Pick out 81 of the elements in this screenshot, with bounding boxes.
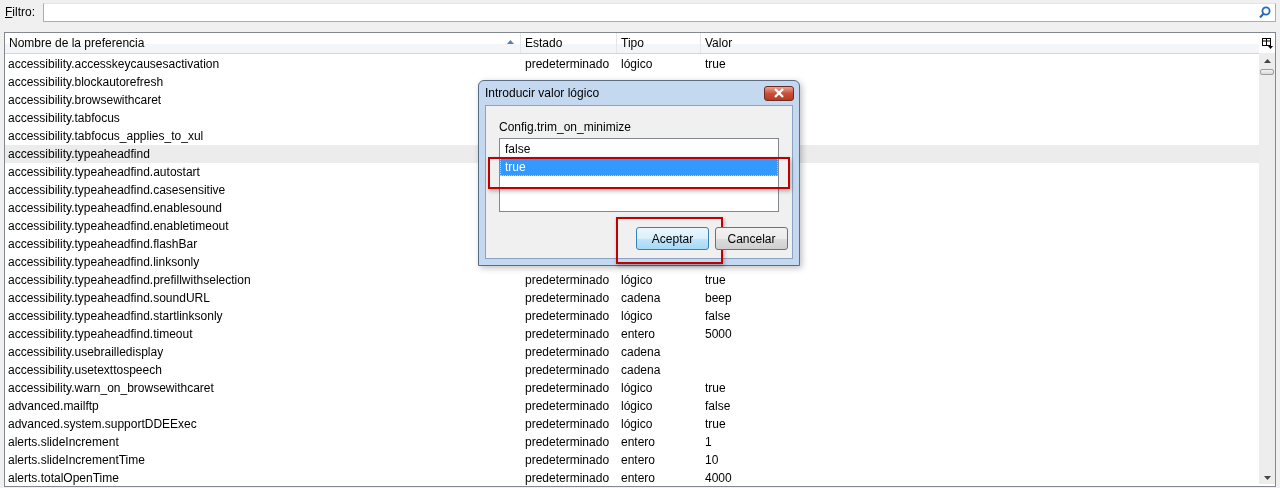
- table-cell: lógico: [621, 273, 653, 287]
- list-option[interactable]: false: [500, 140, 778, 158]
- column-header[interactable]: Nombre de la preferencia: [5, 33, 521, 53]
- table-cell: predeterminado: [525, 345, 610, 359]
- table-cell: predeterminado: [525, 417, 610, 431]
- table-cell: entero: [621, 471, 656, 485]
- table-cell: predeterminado: [525, 57, 610, 71]
- column-picker-icon[interactable]: [1261, 38, 1273, 49]
- table-cell: advanced.system.supportDDEExec: [8, 417, 197, 431]
- table-cell: false: [705, 399, 731, 413]
- close-icon: [773, 88, 785, 98]
- table-cell: accessibility.typeaheadfind.enabletimeout: [8, 219, 229, 233]
- dialog-title: Introducir valor lógico: [485, 86, 600, 100]
- table-cell: predeterminado: [525, 453, 610, 467]
- table-cell: entero: [621, 453, 656, 467]
- table-cell: cadena: [621, 363, 661, 377]
- table-cell: predeterminado: [525, 399, 610, 413]
- table-cell: 1: [705, 435, 712, 449]
- scroll-up-icon[interactable]: [1263, 59, 1271, 63]
- table-cell: entero: [621, 327, 656, 341]
- scroll-down-icon[interactable]: [1263, 476, 1271, 480]
- table-cell: accessibility.accesskeycausesactivation: [8, 57, 220, 71]
- table-cell: lógico: [621, 381, 653, 395]
- table-cell: predeterminado: [525, 327, 610, 341]
- table-cell: lógico: [621, 399, 653, 413]
- table-cell: accessibility.browsewithcaret: [8, 93, 162, 107]
- table-cell: predeterminado: [525, 471, 610, 485]
- table-cell: accessibility.tabfocus_applies_to_xul: [8, 129, 204, 143]
- table-cell: lógico: [621, 57, 653, 71]
- column-header[interactable]: Valor: [701, 33, 1259, 53]
- table-cell: accessibility.typeaheadfind.casesensitive: [8, 183, 226, 197]
- table-cell: true: [705, 57, 726, 71]
- table-cell: predeterminado: [525, 363, 610, 377]
- table-cell: cadena: [621, 291, 661, 305]
- table-cell: false: [705, 309, 731, 323]
- table-cell: accessibility.typeaheadfind: [8, 147, 150, 161]
- table-cell: alerts.totalOpenTime: [8, 471, 119, 485]
- table-cell: predeterminado: [525, 435, 610, 449]
- table-cell: predeterminado: [525, 291, 610, 305]
- table-cell: 4000: [705, 471, 732, 485]
- table-cell: accessibility.typeaheadfind.linksonly: [8, 255, 200, 269]
- table-cell: entero: [621, 435, 656, 449]
- table-cell: accessibility.typeaheadfind.startlinksonly: [8, 309, 223, 323]
- value-list[interactable]: false true: [499, 138, 779, 212]
- close-button[interactable]: [764, 85, 794, 101]
- table-cell: accessibility.usetexttospeech: [8, 363, 162, 377]
- table-cell: accessibility.typeaheadfind.enablesound: [8, 201, 222, 215]
- table-cell: predeterminado: [525, 309, 610, 323]
- table-cell: 10: [705, 453, 719, 467]
- table-cell: accessibility.tabfocus: [8, 111, 120, 125]
- table-cell: accessibility.typeaheadfind.timeout: [8, 327, 193, 341]
- dialog-button[interactable]: Cancelar: [715, 227, 788, 250]
- table-cell: cadena: [621, 345, 661, 359]
- table-cell: predeterminado: [525, 273, 610, 287]
- preference-name: Config.trim_on_minimize: [499, 120, 633, 135]
- table-cell: advanced.mailftp: [8, 399, 99, 413]
- table-cell: true: [705, 381, 726, 395]
- search-icon[interactable]: [1259, 5, 1271, 19]
- dialog-button[interactable]: Aceptar: [636, 227, 709, 250]
- table-cell: alerts.slideIncrementTime: [8, 453, 145, 467]
- table-cell: true: [705, 417, 726, 431]
- table-cell: accessibility.blockautorefresh: [8, 75, 164, 89]
- table-cell: lógico: [621, 417, 653, 431]
- table-cell: predeterminado: [525, 381, 610, 395]
- column-header[interactable]: Tipo: [617, 33, 701, 53]
- filter-label: Filtro:: [5, 5, 35, 19]
- table-cell: accessibility.warn_on_browsewithcaret: [8, 381, 214, 395]
- table-cell: beep: [705, 291, 732, 305]
- table-cell: accessibility.typeaheadfind.prefillwithselection: [8, 273, 251, 287]
- table-cell: accessibility.typeaheadfind.autostart: [8, 165, 200, 179]
- table-cell: lógico: [621, 309, 653, 323]
- table-cell: alerts.slideIncrement: [8, 435, 119, 449]
- table-cell: accessibility.typeaheadfind.flashBar: [8, 237, 198, 251]
- table-cell: 5000: [705, 327, 732, 341]
- table-cell: accessibility.usebrailledisplay: [8, 345, 164, 359]
- column-header[interactable]: Estado: [521, 33, 617, 53]
- filter-field[interactable]: [43, 2, 1276, 22]
- scrollbar[interactable]: [1259, 53, 1275, 484]
- table-cell: accessibility.typeaheadfind.soundURL: [8, 291, 210, 305]
- table-cell: true: [705, 273, 726, 287]
- scrollbar-thumb[interactable]: [1260, 69, 1274, 75]
